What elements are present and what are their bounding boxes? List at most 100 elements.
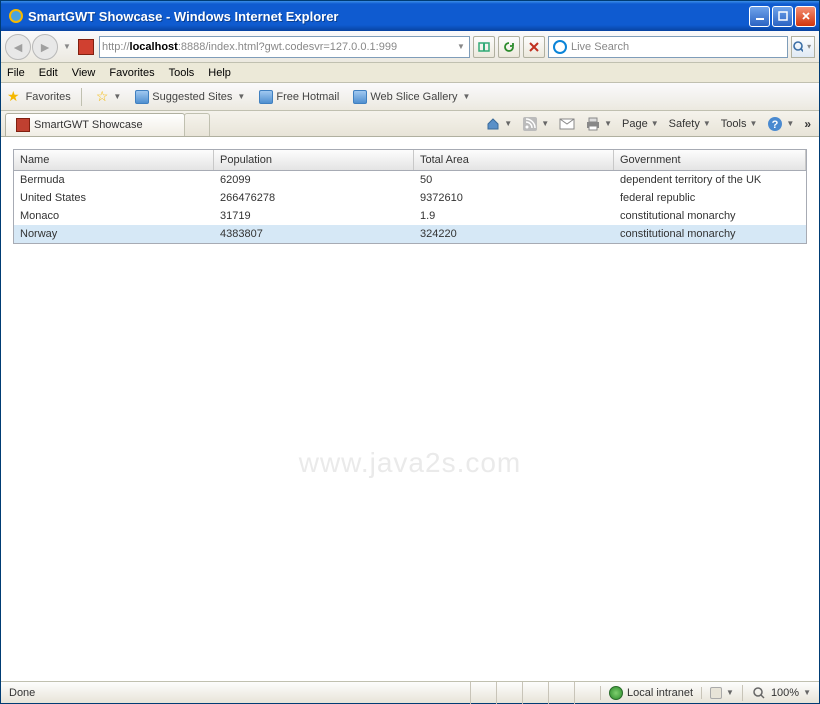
- favorites-toolbar: ★ Favorites ☆▼ Suggested Sites▼ Free Hot…: [1, 83, 819, 111]
- print-button[interactable]: ▼: [585, 116, 612, 132]
- menu-bar: File Edit View Favorites Tools Help: [1, 63, 819, 83]
- tab-strip: SmartGWT Showcase ▼ ▼ ▼ Page▼ Safety▼ To…: [1, 111, 819, 137]
- cell-population: 62099: [214, 171, 414, 189]
- read-mail-button[interactable]: [559, 116, 575, 132]
- table-row[interactable]: United States 266476278 9372610 federal …: [14, 189, 806, 207]
- free-hotmail-link[interactable]: Free Hotmail: [255, 88, 343, 106]
- svg-text:?: ?: [772, 119, 779, 131]
- cell-area: 9372610: [414, 189, 614, 207]
- safety-menu[interactable]: Safety▼: [669, 118, 711, 130]
- search-go-button[interactable]: ▾: [791, 36, 815, 58]
- grid-header-row: Name Population Total Area Government: [14, 150, 806, 171]
- chevron-down-icon: ▼: [726, 688, 734, 697]
- add-favorite-button[interactable]: ☆▼: [92, 86, 125, 107]
- back-button[interactable]: ◄: [5, 34, 31, 60]
- rss-icon: [522, 116, 538, 132]
- toolbar-overflow-button[interactable]: »: [804, 117, 811, 131]
- column-header-government[interactable]: Government: [614, 150, 806, 170]
- nav-history-dropdown[interactable]: ▼: [61, 35, 73, 59]
- chevron-down-icon: ▼: [786, 119, 794, 128]
- cell-government: constitutional monarchy: [614, 225, 806, 243]
- status-bar: Done Local intranet ▼ 100% ▼: [1, 681, 819, 703]
- watermark-text: www.java2s.com: [1, 447, 819, 479]
- tab-site-icon: [16, 118, 30, 132]
- tab-title: SmartGWT Showcase: [34, 119, 143, 131]
- help-button[interactable]: ?▼: [767, 116, 794, 132]
- suggested-sites-link[interactable]: Suggested Sites▼: [131, 88, 249, 106]
- menu-edit[interactable]: Edit: [39, 67, 58, 79]
- favorites-button[interactable]: Favorites: [26, 91, 71, 103]
- maximize-button[interactable]: [772, 6, 793, 27]
- compat-view-button[interactable]: [473, 36, 495, 58]
- page-menu[interactable]: Page▼: [622, 118, 659, 130]
- cell-area: 324220: [414, 225, 614, 243]
- table-row[interactable]: Monaco 31719 1.9 constitutional monarchy: [14, 207, 806, 225]
- home-button[interactable]: ▼: [485, 116, 512, 132]
- cell-area: 50: [414, 171, 614, 189]
- status-text: Done: [1, 687, 43, 699]
- chevron-down-icon: ▼: [803, 688, 811, 697]
- menu-file[interactable]: File: [7, 67, 25, 79]
- ie-page-icon: [259, 90, 273, 104]
- status-cell: [548, 682, 574, 704]
- feeds-button[interactable]: ▼: [522, 116, 549, 132]
- cell-area: 1.9: [414, 207, 614, 225]
- search-placeholder: Live Search: [571, 41, 629, 53]
- tab-smartgwt-showcase[interactable]: SmartGWT Showcase: [5, 113, 185, 136]
- chevron-down-icon: ▼: [651, 119, 659, 128]
- zoom-control[interactable]: 100% ▼: [742, 685, 819, 701]
- address-dropdown-icon[interactable]: ▼: [455, 35, 467, 59]
- globe-icon: [609, 686, 623, 700]
- cell-government: constitutional monarchy: [614, 207, 806, 225]
- cell-name: Norway: [14, 225, 214, 243]
- ie-page-icon: [353, 90, 367, 104]
- protected-mode[interactable]: ▼: [701, 687, 742, 699]
- address-bar[interactable]: http://localhost:8888/index.html?gwt.cod…: [99, 36, 470, 58]
- home-icon: [485, 116, 501, 132]
- column-header-name[interactable]: Name: [14, 150, 214, 170]
- table-row-selected[interactable]: Norway 4383807 324220 constitutional mon…: [14, 225, 806, 243]
- security-zone[interactable]: Local intranet: [600, 686, 701, 700]
- cell-population: 31719: [214, 207, 414, 225]
- command-bar: ▼ ▼ ▼ Page▼ Safety▼ Tools▼ ?▼ »: [210, 111, 819, 136]
- help-icon: ?: [767, 116, 783, 132]
- magnifier-icon: [751, 685, 767, 701]
- chevron-down-icon: ▼: [749, 119, 757, 128]
- search-input[interactable]: Live Search: [548, 36, 788, 58]
- site-icon: [78, 39, 94, 55]
- title-bar[interactable]: SmartGWT Showcase - Windows Internet Exp…: [1, 1, 819, 31]
- menu-tools[interactable]: Tools: [169, 67, 195, 79]
- cell-name: Monaco: [14, 207, 214, 225]
- star-icon: ★: [7, 88, 20, 105]
- status-cell: [574, 682, 600, 704]
- column-header-population[interactable]: Population: [214, 150, 414, 170]
- cell-government: federal republic: [614, 189, 806, 207]
- zoom-value: 100%: [771, 687, 799, 699]
- menu-help[interactable]: Help: [208, 67, 231, 79]
- chevron-down-icon: ▼: [541, 119, 549, 128]
- menu-view[interactable]: View: [72, 67, 96, 79]
- tools-menu[interactable]: Tools▼: [721, 118, 758, 130]
- data-grid[interactable]: Name Population Total Area Government Be…: [13, 149, 807, 244]
- table-row[interactable]: Bermuda 62099 50 dependent territory of …: [14, 171, 806, 189]
- chevron-down-icon: ▼: [504, 119, 512, 128]
- mail-icon: [559, 116, 575, 132]
- menu-favorites[interactable]: Favorites: [109, 67, 154, 79]
- minimize-button[interactable]: [749, 6, 770, 27]
- separator: [81, 88, 82, 106]
- forward-button[interactable]: ►: [32, 34, 58, 60]
- page-content: Name Population Total Area Government Be…: [1, 137, 819, 681]
- column-header-area[interactable]: Total Area: [414, 150, 614, 170]
- new-tab-button[interactable]: [184, 113, 210, 136]
- cell-name: United States: [14, 189, 214, 207]
- status-cell: [496, 682, 522, 704]
- refresh-button[interactable]: [498, 36, 520, 58]
- address-text: http://localhost:8888/index.html?gwt.cod…: [102, 41, 455, 53]
- ie-logo-icon: [8, 8, 24, 24]
- ie-page-icon: [135, 90, 149, 104]
- stop-button[interactable]: [523, 36, 545, 58]
- close-button[interactable]: [795, 6, 816, 27]
- web-slice-gallery-link[interactable]: Web Slice Gallery▼: [349, 88, 474, 106]
- chevron-down-icon: ▼: [604, 119, 612, 128]
- status-cell: [470, 682, 496, 704]
